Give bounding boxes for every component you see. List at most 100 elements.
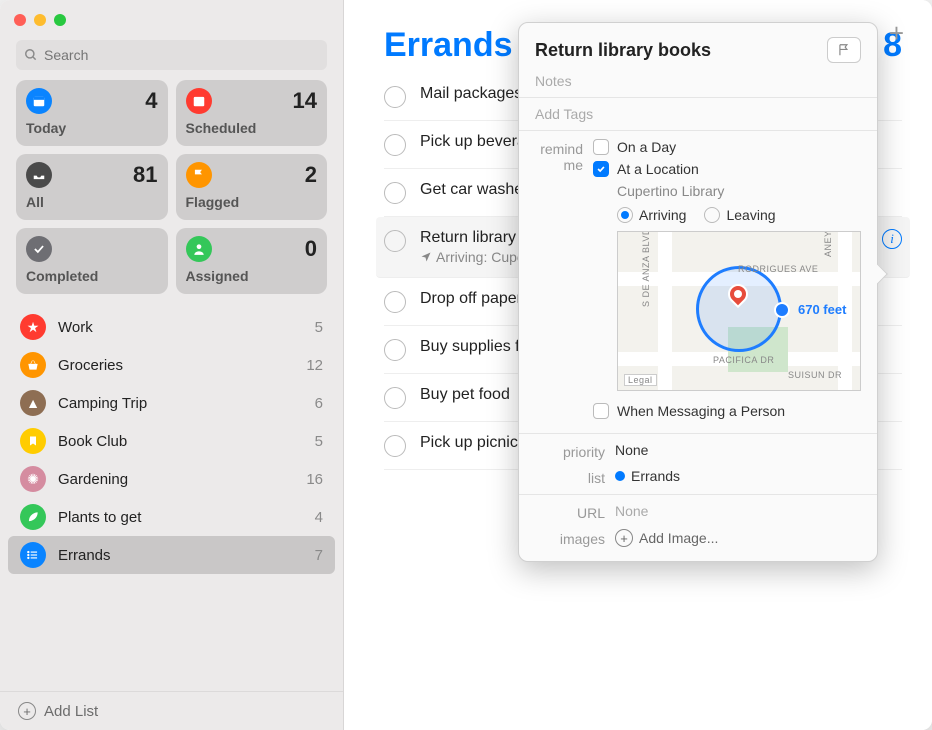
list-name: Camping Trip — [58, 395, 303, 412]
tray-icon — [26, 162, 52, 188]
list-count: 4 — [315, 509, 323, 526]
add-image-button[interactable]: + Add Image... — [615, 529, 861, 547]
smart-assigned[interactable]: 0 Assigned — [176, 228, 328, 294]
on-a-day-checkbox[interactable]: On a Day — [593, 139, 861, 155]
list-selector[interactable]: Errands — [615, 468, 861, 486]
road-label: ANEY AVE — [823, 231, 833, 257]
tags-field[interactable]: Add Tags — [519, 102, 877, 126]
titlebar — [0, 0, 343, 32]
smart-count: 0 — [305, 236, 317, 262]
remind-me-label: remind me — [535, 139, 593, 425]
road-label: RODRIGUES AVE — [738, 264, 818, 274]
radio-icon — [704, 207, 720, 223]
search-icon — [24, 48, 38, 62]
complete-toggle[interactable] — [384, 339, 406, 361]
radio-icon — [617, 207, 633, 223]
list-name: Gardening — [58, 471, 294, 488]
smart-count: 14 — [293, 88, 317, 114]
smart-label: Today — [26, 120, 158, 136]
images-label: images — [535, 529, 615, 547]
notes-field[interactable]: Notes — [519, 69, 877, 93]
list-item-gardening[interactable]: ✺ Gardening 16 — [0, 460, 343, 498]
star-icon: ★ — [20, 314, 46, 340]
calendar-icon — [186, 88, 212, 114]
flag-button[interactable] — [827, 37, 861, 63]
list-item-plants[interactable]: Plants to get 4 — [0, 498, 343, 536]
complete-toggle[interactable] — [384, 435, 406, 457]
calendar-icon — [26, 88, 52, 114]
list-name: Book Club — [58, 433, 303, 450]
flag-icon — [186, 162, 212, 188]
new-reminder-button[interactable]: + — [889, 18, 904, 49]
complete-toggle[interactable] — [384, 230, 406, 252]
zoom-traffic-light[interactable] — [54, 14, 66, 26]
smart-count: 4 — [145, 88, 157, 114]
list-item-bookclub[interactable]: Book Club 5 — [0, 422, 343, 460]
smart-label: Completed — [26, 268, 158, 284]
smart-label: All — [26, 194, 158, 210]
app-window: 4 Today 14 Scheduled 81 — [0, 0, 932, 730]
info-button[interactable]: i — [882, 229, 902, 249]
list-count: 12 — [306, 357, 323, 374]
checkbox-icon — [593, 403, 609, 419]
smart-label: Flagged — [186, 194, 318, 210]
list-name: Plants to get — [58, 509, 303, 526]
geofence-map[interactable]: S DE ANZA BLVD RODRIGUES AVE PACIFICA DR… — [617, 231, 861, 391]
leaf-icon — [20, 504, 46, 530]
list-item-work[interactable]: ★ Work 5 — [0, 308, 343, 346]
smart-all[interactable]: 81 All — [16, 154, 168, 220]
add-list-label: Add List — [44, 703, 98, 720]
list-item-camping[interactable]: ▲ Camping Trip 6 — [0, 384, 343, 422]
geofence-handle[interactable] — [774, 302, 790, 318]
minimize-traffic-light[interactable] — [34, 14, 46, 26]
complete-toggle[interactable] — [384, 291, 406, 313]
list-item-groceries[interactable]: Groceries 12 — [0, 346, 343, 384]
list-item-errands[interactable]: Errands 7 — [8, 536, 335, 574]
priority-value[interactable]: None — [615, 442, 861, 460]
search-input[interactable] — [44, 47, 319, 63]
search-field[interactable] — [16, 40, 327, 70]
smart-lists-grid: 4 Today 14 Scheduled 81 — [0, 80, 343, 300]
list-name: Work — [58, 319, 303, 336]
inspector-title[interactable]: Return library books — [535, 40, 711, 61]
location-arrow-icon — [420, 251, 432, 263]
at-location-checkbox[interactable]: At a Location — [593, 161, 861, 177]
plus-icon: + — [615, 529, 633, 547]
road-label: SUISUN DR — [788, 370, 842, 380]
list-title: Errands — [384, 26, 513, 65]
smart-today[interactable]: 4 Today — [16, 80, 168, 146]
list-count: 5 — [315, 319, 323, 336]
person-icon — [186, 236, 212, 262]
list-label: list — [535, 468, 615, 486]
map-legal-link[interactable]: Legal — [624, 374, 657, 386]
list-count: 16 — [306, 471, 323, 488]
smart-label: Scheduled — [186, 120, 318, 136]
when-messaging-checkbox[interactable]: When Messaging a Person — [593, 403, 861, 419]
add-list-button[interactable]: + Add List — [0, 691, 343, 730]
basket-icon — [20, 352, 46, 378]
list-count: 6 — [315, 395, 323, 412]
checkbox-icon — [593, 139, 609, 155]
url-field[interactable]: None — [615, 503, 861, 521]
plus-icon: + — [18, 702, 36, 720]
complete-toggle[interactable] — [384, 134, 406, 156]
checkbox-icon — [593, 161, 609, 177]
location-name: Cupertino Library — [617, 183, 861, 199]
smart-count: 81 — [133, 162, 157, 188]
smart-scheduled[interactable]: 14 Scheduled — [176, 80, 328, 146]
complete-toggle[interactable] — [384, 387, 406, 409]
complete-toggle[interactable] — [384, 182, 406, 204]
leaving-radio[interactable]: Leaving — [704, 207, 775, 223]
reminder-inspector: Return library books Notes Add Tags remi… — [518, 22, 878, 562]
arriving-radio[interactable]: Arriving — [617, 207, 686, 223]
sun-icon: ✺ — [20, 466, 46, 492]
smart-count: 2 — [305, 162, 317, 188]
close-traffic-light[interactable] — [14, 14, 26, 26]
list-color-dot — [615, 471, 625, 481]
smart-flagged[interactable]: 2 Flagged — [176, 154, 328, 220]
complete-toggle[interactable] — [384, 86, 406, 108]
priority-label: priority — [535, 442, 615, 460]
list-count: 5 — [315, 433, 323, 450]
check-icon — [26, 236, 52, 262]
smart-completed[interactable]: Completed — [16, 228, 168, 294]
